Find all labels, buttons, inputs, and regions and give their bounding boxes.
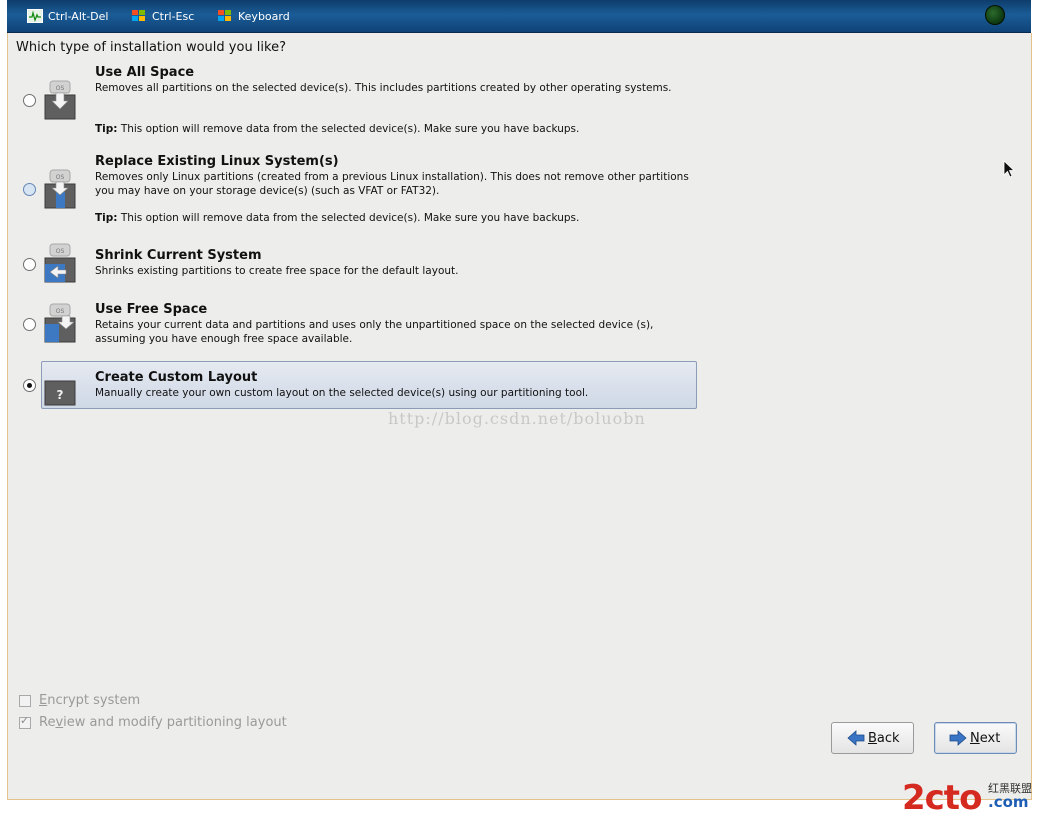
mnemonic: E <box>39 693 48 708</box>
keyboard-label: Keyboard <box>238 9 290 23</box>
label-rest: ack <box>876 730 900 746</box>
ctrl-esc-label: Ctrl-Esc <box>152 9 195 23</box>
ctrl-esc-button[interactable]: Ctrl-Esc <box>131 8 194 24</box>
custom-layout-question-icon: ? <box>44 380 76 406</box>
encrypt-system-checkbox[interactable] <box>19 694 31 707</box>
os-disk-shrink-icon: OS <box>44 243 76 283</box>
label-rest: ncrypt system <box>47 693 141 708</box>
next-label: Next <box>970 731 1000 746</box>
arrow-left-icon <box>847 730 865 746</box>
label-rest: iew and modify partitioning layout <box>63 715 287 730</box>
use-free-space-description: Retains your current data and partitions… <box>95 319 654 345</box>
replace-existing-tip: Tip: This option will remove data from t… <box>95 212 579 224</box>
windows-logo-icon <box>132 10 145 21</box>
arrow-right-icon <box>949 730 967 746</box>
create-custom-layout-title: Create Custom Layout <box>95 370 258 385</box>
label-prefix: Re <box>39 715 56 730</box>
use-free-space-radio[interactable] <box>23 318 36 331</box>
use-all-space-radio[interactable] <box>23 94 36 107</box>
encrypt-system-label: Encrypt system <box>39 693 140 708</box>
use-all-space-description: Removes all partitions on the selected d… <box>95 82 672 94</box>
tip-label: Tip: <box>95 212 118 224</box>
label-rest: ext <box>979 730 1001 746</box>
svg-text:?: ? <box>57 388 64 402</box>
back-button[interactable]: Back <box>831 722 914 754</box>
os-disk-free-space-icon: OS <box>44 303 76 343</box>
tip-text: This option will remove data from the se… <box>117 123 580 135</box>
create-custom-layout-description: Manually create your own custom layout o… <box>95 387 589 399</box>
back-label: Back <box>868 731 900 746</box>
remote-console-toolbar: Ctrl-Alt-Del Ctrl-Esc Keyboard <box>7 0 1031 33</box>
windows-logo-icon <box>218 10 231 21</box>
shrink-current-title: Shrink Current System <box>95 248 262 263</box>
tip-text: This option will remove data from the se… <box>117 212 580 224</box>
keyboard-button[interactable]: Keyboard <box>217 8 290 24</box>
power-status-indicator-icon <box>985 5 1005 25</box>
svg-text:OS: OS <box>56 248 65 255</box>
mouse-pointer-icon <box>1003 160 1015 178</box>
svg-text:OS: OS <box>56 174 65 181</box>
2cto-logo: 2cto 红黑联盟 .com <box>902 778 1032 818</box>
watermark-text: http://blog.csdn.net/boluobn <box>388 409 646 428</box>
shrink-current-description: Shrinks existing partitions to create fr… <box>95 265 459 277</box>
review-partitioning-checkbox[interactable] <box>19 714 31 729</box>
option-shrink-current-system[interactable]: OS Shrink Current System Shrinks existin… <box>8 242 708 292</box>
option-create-custom-layout[interactable]: ? Create Custom Layout Manually create y… <box>8 363 708 407</box>
option-replace-existing-linux[interactable]: OS Replace Existing Linux System(s) Remo… <box>8 150 708 230</box>
replace-existing-title: Replace Existing Linux System(s) <box>95 154 339 169</box>
installer-panel: Which type of installation would you lik… <box>7 33 1032 800</box>
use-all-space-tip: Tip: This option will remove data from t… <box>95 123 579 135</box>
ctrl-alt-del-label: Ctrl-Alt-Del <box>48 9 109 23</box>
os-disk-replace-icon: OS <box>44 169 76 209</box>
mnemonic: N <box>970 730 980 746</box>
brand-suffix: .com <box>988 793 1029 811</box>
svg-text:OS: OS <box>56 308 65 315</box>
create-custom-layout-radio[interactable] <box>23 379 36 392</box>
mnemonic: B <box>868 730 877 746</box>
next-button[interactable]: Next <box>934 722 1017 754</box>
review-partitioning-label: Review and modify partitioning layout <box>39 715 287 730</box>
os-disk-down-arrow-icon: OS <box>44 80 76 120</box>
system-monitor-icon <box>27 9 43 23</box>
tip-label: Tip: <box>95 123 118 135</box>
encrypt-system-checkbox-row[interactable]: Encrypt system <box>19 693 140 708</box>
review-partitioning-checkbox-row[interactable]: Review and modify partitioning layout <box>19 714 287 730</box>
svg-text:OS: OS <box>56 85 65 92</box>
replace-existing-description: Removes only Linux partitions (created f… <box>95 171 689 197</box>
use-free-space-title: Use Free Space <box>95 302 208 317</box>
ctrl-alt-del-button[interactable]: Ctrl-Alt-Del <box>27 8 108 24</box>
option-use-all-space[interactable]: OS Use All Space Removes all partitions … <box>8 61 708 141</box>
shrink-current-radio[interactable] <box>23 258 36 271</box>
replace-existing-radio[interactable] <box>23 183 36 196</box>
option-use-free-space[interactable]: OS Use Free Space Retains your current d… <box>8 297 708 357</box>
brand-main: 2cto <box>902 778 981 818</box>
mnemonic: v <box>55 715 64 730</box>
use-all-space-title: Use All Space <box>95 65 195 80</box>
page-title: Which type of installation would you lik… <box>16 40 286 55</box>
